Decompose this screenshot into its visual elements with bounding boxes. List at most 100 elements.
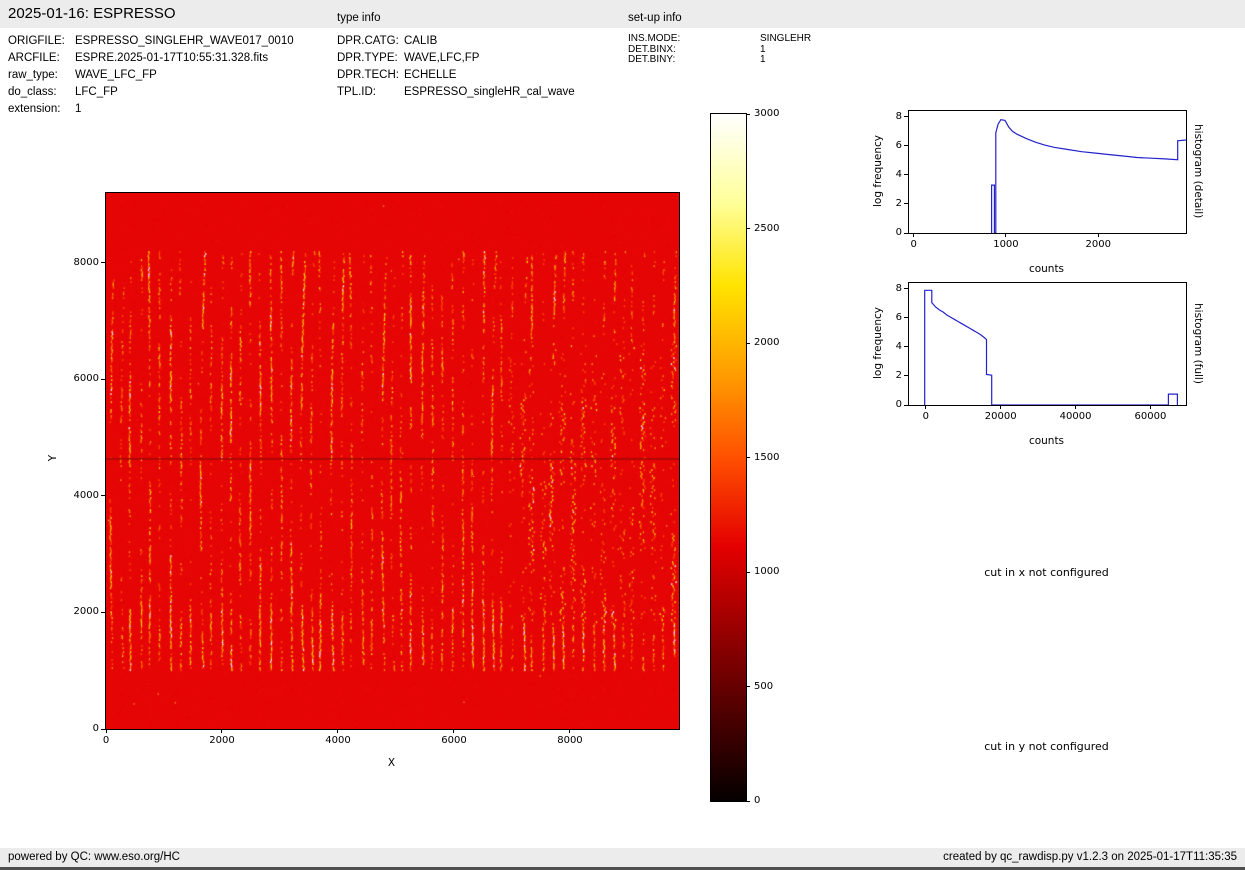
- colorbar-tickmark: [746, 228, 750, 229]
- histogram-full-ylabel: log frequency: [872, 282, 886, 404]
- kv-value: 1: [760, 55, 766, 66]
- kv-label: ORIGFILE:: [8, 33, 75, 50]
- histogram-full-xlabel: counts: [908, 435, 1185, 447]
- kv-value: ECHELLE: [404, 67, 456, 84]
- kv-label: DPR.TYPE:: [337, 50, 404, 67]
- y-tickmark: [101, 262, 105, 263]
- y-tickmark: [904, 375, 908, 376]
- x-tickmark: [221, 729, 222, 733]
- colorbar-tick-label: 500: [754, 681, 794, 692]
- x-tickmark: [453, 729, 454, 733]
- histogram-detail-xlabel: counts: [908, 263, 1185, 275]
- colorbar-tick-label: 2500: [754, 223, 794, 234]
- footer-credit-right: created by qc_rawdisp.py v1.2.3 on 2025-…: [943, 851, 1237, 863]
- kv-value: WAVE,LFC,FP: [404, 50, 479, 67]
- x-tick-label: 1000: [981, 239, 1031, 250]
- colorbar-tick-label: 1500: [754, 452, 794, 463]
- kv-label: DET.BINY:: [628, 55, 760, 66]
- footer-credit-left: powered by QC: www.eso.org/HC: [8, 851, 180, 863]
- x-tick-label: 20000: [976, 411, 1026, 422]
- kv-label: DPR.TECH:: [337, 67, 404, 84]
- colorbar-tickmark: [746, 686, 750, 687]
- y-tickmark: [904, 145, 908, 146]
- colorbar: 050010001500200025003000: [710, 113, 747, 802]
- y-tickmark: [904, 288, 908, 289]
- raw-image-canvas: [106, 193, 679, 729]
- kv-label: raw_type:: [8, 67, 75, 84]
- kv-value: WAVE_LFC_FP: [75, 67, 157, 84]
- colorbar-tick-label: 2000: [754, 337, 794, 348]
- kv-value: LFC_FP: [75, 84, 118, 101]
- qc-report-page: 2025-01-16: ESPRESSO type info set-up in…: [0, 0, 1245, 870]
- kv-row-do-class: do_class: LFC_FP: [8, 84, 294, 101]
- kv-label: extension:: [8, 101, 75, 118]
- colorbar-tickmark: [746, 114, 750, 115]
- kv-row-dpr-catg: DPR.CATG: CALIB: [337, 33, 575, 50]
- x-tick-label: 8000: [545, 735, 595, 746]
- y-tick-label: 2000: [71, 606, 99, 617]
- histogram_full-svg: [909, 283, 1186, 405]
- histogram-line: [925, 290, 1178, 405]
- histogram-full-side-label: histogram (full): [1190, 282, 1204, 404]
- kv-row-tpl-id: TPL.ID: ESPRESSO_singleHR_cal_wave: [337, 84, 575, 101]
- y-tick-label: 4000: [71, 490, 99, 501]
- kv-row-ins-mode: INS.MODE: SINGLEHR: [628, 34, 811, 45]
- y-tickmark: [904, 317, 908, 318]
- histogram-detail-side-label: histogram (detail): [1190, 110, 1204, 232]
- x-tickmark: [1150, 405, 1151, 409]
- x-tick-label: 0: [889, 239, 939, 250]
- kv-value: ESPRESSO_SINGLEHR_WAVE017_0010: [75, 33, 294, 50]
- y-tickmark: [101, 729, 105, 730]
- kv-row-raw-type: raw_type: WAVE_LFC_FP: [8, 67, 294, 84]
- x-tick-label: 40000: [1051, 411, 1101, 422]
- kv-row-dpr-type: DPR.TYPE: WAVE,LFC,FP: [337, 50, 575, 67]
- x-tickmark: [337, 729, 338, 733]
- histogram-line: [992, 120, 1186, 233]
- kv-value: 1: [75, 101, 81, 118]
- kv-value: CALIB: [404, 33, 437, 50]
- kv-value: ESPRESSO_singleHR_cal_wave: [404, 84, 575, 101]
- y-tickmark: [904, 233, 908, 234]
- cut-x-message: cut in x not configured: [908, 566, 1185, 579]
- x-tick-label: 60000: [1125, 411, 1175, 422]
- y-tickmark: [904, 116, 908, 117]
- histogram_detail-svg: [909, 111, 1186, 233]
- x-tick-label: 6000: [429, 735, 479, 746]
- raw-image-plot: 0200040006000800002000400060008000: [105, 192, 680, 730]
- x-tick-label: 0: [901, 411, 951, 422]
- histogram-detail-ylabel: log frequency: [872, 110, 886, 232]
- footer-bar: powered by QC: www.eso.org/HC created by…: [0, 848, 1245, 867]
- x-tickmark: [1075, 405, 1076, 409]
- kv-row-arcfile: ARCFILE: ESPRE.2025-01-17T10:55:31.328.f…: [8, 50, 294, 67]
- kv-row-det-biny: DET.BINY: 1: [628, 55, 811, 66]
- x-tickmark: [1098, 233, 1099, 237]
- y-tickmark: [101, 612, 105, 613]
- x-tick-label: 2000: [197, 735, 247, 746]
- kv-value: ESPRE.2025-01-17T10:55:31.328.fits: [75, 50, 268, 67]
- histogram-full-plot: 020000400006000002468: [908, 282, 1187, 406]
- x-tickmark: [1000, 405, 1001, 409]
- x-tickmark: [925, 405, 926, 409]
- x-tickmark: [913, 233, 914, 237]
- x-tick-label: 2000: [1073, 239, 1123, 250]
- x-tickmark: [569, 729, 570, 733]
- kv-label: DPR.CATG:: [337, 33, 404, 50]
- y-tickmark: [904, 203, 908, 204]
- y-tickmark: [101, 379, 105, 380]
- setup-info-block: INS.MODE: SINGLEHR DET.BINX: 1 DET.BINY:…: [628, 34, 811, 66]
- file-info-block: ORIGFILE: ESPRESSO_SINGLEHR_WAVE017_0010…: [8, 33, 294, 118]
- page-title: 2025-01-16: ESPRESSO: [8, 5, 176, 22]
- kv-value: SINGLEHR: [760, 34, 811, 45]
- y-tickmark: [904, 346, 908, 347]
- type-info-section-label: type info: [337, 12, 380, 24]
- kv-row-extension: extension: 1: [8, 101, 294, 118]
- y-tick-label: 8000: [71, 257, 99, 268]
- x-tickmark: [1005, 233, 1006, 237]
- kv-label: INS.MODE:: [628, 34, 760, 45]
- colorbar-tickmark: [746, 801, 750, 802]
- header-bar: 2025-01-16: ESPRESSO type info set-up in…: [0, 0, 1245, 28]
- kv-label: do_class:: [8, 84, 75, 101]
- type-info-block: DPR.CATG: CALIB DPR.TYPE: WAVE,LFC,FP DP…: [337, 33, 575, 101]
- colorbar-tickmark: [746, 572, 750, 573]
- y-tickmark: [904, 174, 908, 175]
